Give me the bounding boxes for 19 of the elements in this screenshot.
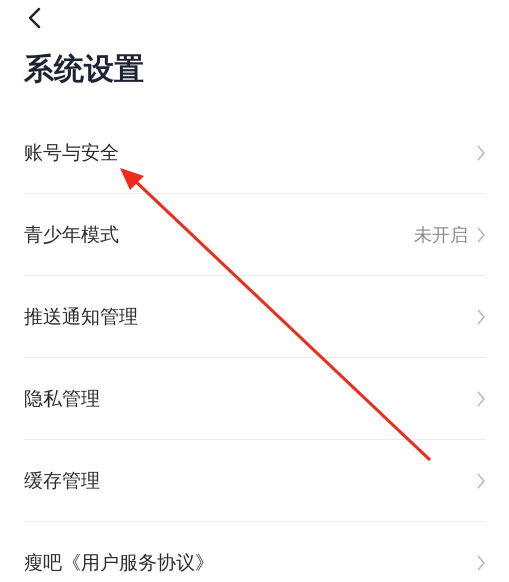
- settings-label: 隐私管理: [24, 386, 101, 412]
- settings-item[interactable]: 青少年模式 未开启: [24, 194, 486, 276]
- settings-label: 账号与安全: [24, 140, 120, 166]
- settings-label: 推送通知管理: [24, 304, 139, 330]
- settings-item[interactable]: 瘦吧《用户服务协议》: [24, 522, 486, 582]
- settings-label: 瘦吧《用户服务协议》: [24, 550, 215, 576]
- settings-item[interactable]: 缓存管理: [24, 440, 486, 522]
- chevron-right-icon: [476, 144, 486, 162]
- settings-label: 青少年模式: [24, 222, 120, 248]
- chevron-right-icon: [476, 472, 486, 490]
- chevron-right-icon: [476, 554, 486, 572]
- page-title: 系统设置: [24, 51, 145, 89]
- chevron-right-icon: [476, 308, 486, 326]
- settings-value: 未开启: [414, 224, 468, 246]
- settings-item[interactable]: 隐私管理: [24, 358, 486, 440]
- settings-label: 缓存管理: [24, 468, 101, 494]
- chevron-right-icon: [476, 390, 486, 408]
- chevron-right-icon: [476, 226, 486, 244]
- settings-item[interactable]: 推送通知管理: [24, 276, 486, 358]
